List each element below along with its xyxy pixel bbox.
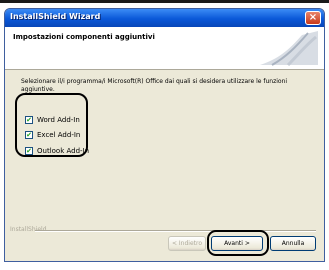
instruction-text: Selezionare il/i programma/i Microsoft(R… xyxy=(21,78,288,93)
cancel-button[interactable]: Annulla xyxy=(270,236,316,251)
next-button-highlight-annotation xyxy=(207,230,269,256)
checkboxes-highlight-annotation xyxy=(15,93,88,157)
top-rule xyxy=(0,0,329,3)
wizard-header: Impostazioni componenti aggiuntivi xyxy=(5,27,324,70)
back-button[interactable]: < Indietro xyxy=(168,236,206,251)
window-title: InstallShield Wizard xyxy=(10,12,101,21)
title-bar[interactable]: InstallShield Wizard × xyxy=(5,9,324,27)
footer-divider xyxy=(35,230,316,232)
close-icon[interactable]: × xyxy=(305,11,321,25)
page-title: Impostazioni componenti aggiuntivi xyxy=(13,33,155,41)
header-graphic-icon xyxy=(260,31,318,67)
installshield-brand-label: InstallShield xyxy=(10,226,47,233)
